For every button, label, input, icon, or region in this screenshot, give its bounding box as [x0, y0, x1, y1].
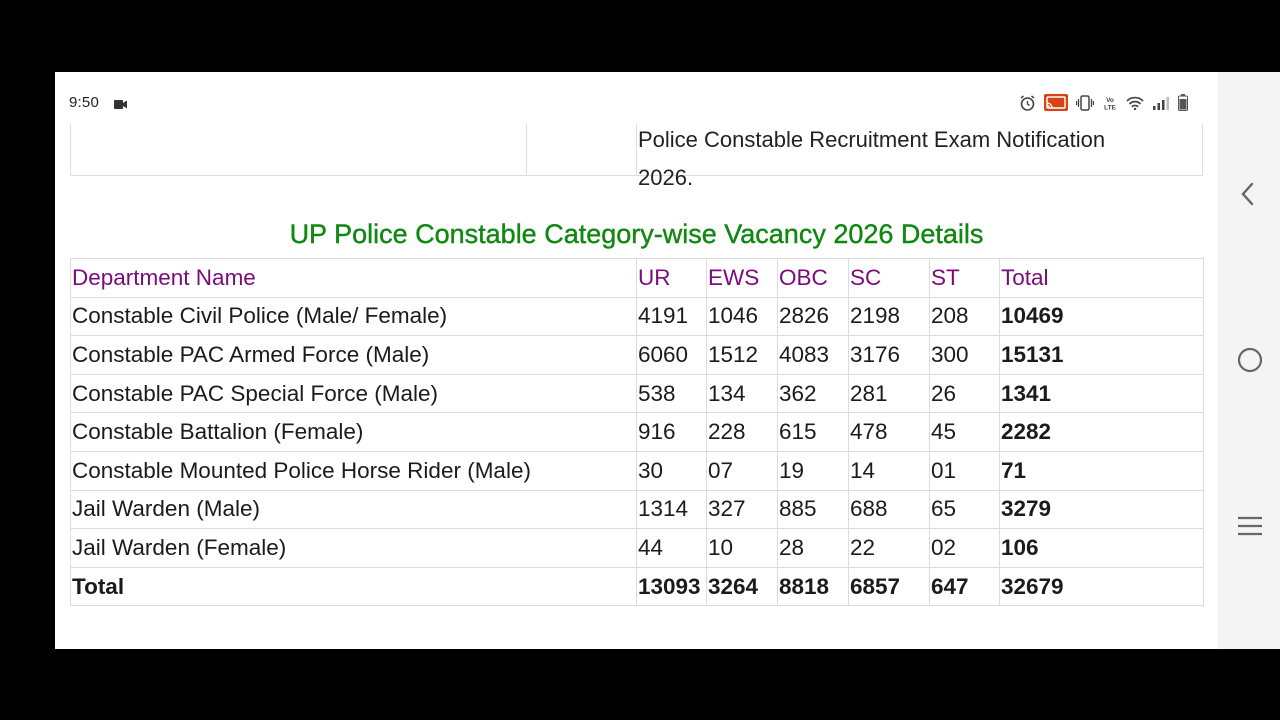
obc-cell: 28 — [777, 528, 849, 568]
ur-cell: 30 — [636, 450, 707, 491]
table-total-row: Total 13093 3264 8818 6857 647 32679 — [70, 566, 1204, 607]
obc-cell: 615 — [777, 412, 849, 452]
battery-icon — [1178, 94, 1188, 111]
table-row: Constable PAC Special Force (Male) 538 1… — [70, 373, 1204, 414]
department-name-cell: Constable PAC Special Force (Male) — [70, 373, 637, 414]
st-cell: 26 — [929, 373, 1000, 414]
phone-screen: 9:50 Vo LTE Police Constable Recruitment… — [55, 72, 1280, 649]
ur-cell: 1314 — [636, 489, 707, 530]
total-cell: 1341 — [999, 373, 1204, 414]
ews-cell: 228 — [706, 412, 778, 452]
sc-cell: 281 — [848, 373, 930, 414]
home-circle-icon[interactable] — [1236, 346, 1264, 374]
ur-cell: 6060 — [636, 335, 707, 375]
sc-cell: 14 — [848, 450, 930, 491]
header-obc: OBC — [777, 258, 849, 298]
previous-text-line: Police Constable Recruitment Exam Notifi… — [638, 127, 1106, 152]
table-row: Constable Battalion (Female) 916 228 615… — [70, 412, 1204, 452]
total-cell: 15131 — [999, 335, 1204, 375]
department-name-cell: Jail Warden (Female) — [70, 528, 637, 568]
total-cell: 2282 — [999, 412, 1204, 452]
st-cell: 300 — [929, 335, 1000, 375]
st-cell: 02 — [929, 528, 1000, 568]
navigation-bar — [1218, 72, 1280, 649]
obc-cell: 362 — [777, 373, 849, 414]
grand-total-cell: 32679 — [999, 566, 1204, 607]
ur-total-cell: 13093 — [636, 566, 707, 607]
sc-cell: 2198 — [848, 296, 930, 337]
status-bar: 9:50 Vo LTE — [55, 72, 1218, 124]
obc-cell: 2826 — [777, 296, 849, 337]
table-row: Constable Mounted Police Horse Rider (Ma… — [70, 450, 1204, 491]
table-row: Constable Civil Police (Male/ Female) 41… — [70, 296, 1204, 337]
total-cell: 106 — [999, 528, 1204, 568]
wifi-icon — [1126, 96, 1144, 110]
st-cell: 65 — [929, 489, 1000, 530]
table-row: Jail Warden (Male) 1314 327 885 688 65 3… — [70, 489, 1204, 530]
header-ur: UR — [636, 258, 707, 298]
svg-text:Vo: Vo — [1106, 97, 1114, 104]
table-row: Constable PAC Armed Force (Male) 6060 15… — [70, 335, 1204, 375]
back-chevron-icon[interactable] — [1236, 180, 1260, 208]
obc-cell: 19 — [777, 450, 849, 491]
ur-cell: 916 — [636, 412, 707, 452]
sc-cell: 478 — [848, 412, 930, 452]
total-cell: 3279 — [999, 489, 1204, 530]
total-cell: 10469 — [999, 296, 1204, 337]
previous-text-line: 2026. — [638, 165, 694, 190]
department-name-cell: Constable Battalion (Female) — [70, 412, 637, 452]
alarm-icon — [1020, 94, 1035, 111]
ews-total-cell: 3264 — [706, 566, 778, 607]
department-name-cell: Constable PAC Armed Force (Male) — [70, 335, 637, 375]
vacancy-table: Department Name UR EWS OBC SC ST Total C… — [70, 258, 1204, 607]
ews-cell: 327 — [706, 489, 778, 530]
st-cell: 01 — [929, 450, 1000, 491]
table-header-row: Department Name UR EWS OBC SC ST Total — [70, 258, 1204, 298]
obc-total-cell: 8818 — [777, 566, 849, 607]
sc-cell: 22 — [848, 528, 930, 568]
department-name-cell: Constable Mounted Police Horse Rider (Ma… — [70, 450, 637, 491]
department-name-cell: Constable Civil Police (Male/ Female) — [70, 296, 637, 337]
ews-cell: 1046 — [706, 296, 778, 337]
total-label-cell: Total — [70, 566, 637, 607]
st-total-cell: 647 — [929, 566, 1000, 607]
header-department: Department Name — [70, 258, 637, 298]
ews-cell: 134 — [706, 373, 778, 414]
department-name-cell: Jail Warden (Male) — [70, 489, 637, 530]
total-cell: 71 — [999, 450, 1204, 491]
vibrate-icon — [1076, 94, 1094, 111]
web-content: Police Constable Recruitment Exam Notifi… — [70, 72, 1204, 649]
header-st: ST — [929, 258, 1000, 298]
sc-total-cell: 6857 — [848, 566, 930, 607]
sc-cell: 3176 — [848, 335, 930, 375]
ur-cell: 44 — [636, 528, 707, 568]
table-row: Jail Warden (Female) 44 10 28 22 02 106 — [70, 528, 1204, 568]
obc-cell: 4083 — [777, 335, 849, 375]
status-icons: Vo LTE — [1019, 94, 1188, 111]
header-sc: SC — [848, 258, 930, 298]
sc-cell: 688 — [848, 489, 930, 530]
volte-icon: Vo LTE — [1104, 97, 1116, 111]
cast-icon — [1044, 94, 1068, 111]
ews-cell: 1512 — [706, 335, 778, 375]
st-cell: 45 — [929, 412, 1000, 452]
ews-cell: 07 — [706, 450, 778, 491]
section-heading: UP Police Constable Category-wise Vacanc… — [289, 219, 984, 249]
ur-cell: 538 — [636, 373, 707, 414]
ur-cell: 4191 — [636, 296, 707, 337]
obc-cell: 885 — [777, 489, 849, 530]
svg-text:LTE: LTE — [1104, 104, 1116, 111]
recents-menu-icon[interactable] — [1236, 514, 1264, 538]
status-time: 9:50 — [69, 94, 99, 111]
video-camera-icon — [114, 100, 127, 109]
ews-cell: 10 — [706, 528, 778, 568]
header-ews: EWS — [706, 258, 778, 298]
header-total: Total — [999, 258, 1204, 298]
st-cell: 208 — [929, 296, 1000, 337]
signal-icon — [1153, 96, 1169, 110]
